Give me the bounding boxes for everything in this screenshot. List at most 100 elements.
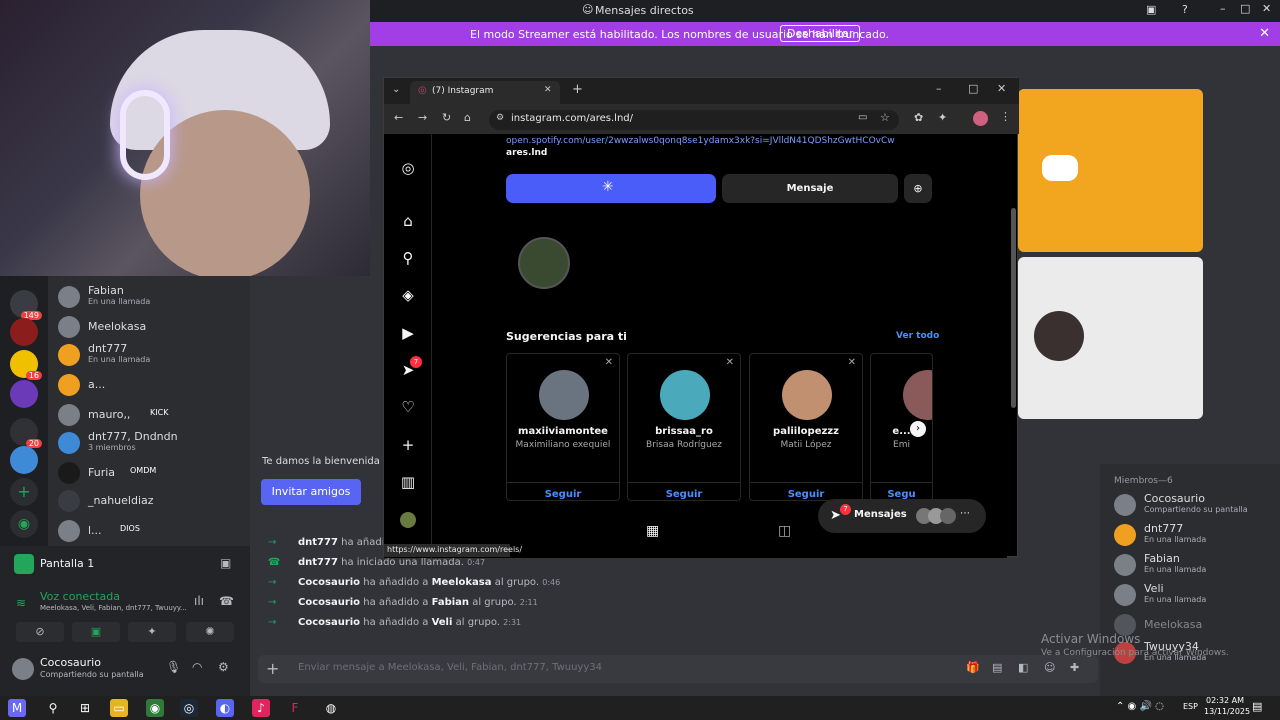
next-arrow-icon[interactable]: › xyxy=(910,421,926,437)
home-icon[interactable]: ⌂ xyxy=(464,111,471,124)
member-item[interactable]: Fabian En una llamada xyxy=(1114,552,1274,578)
discord-icon[interactable]: ◐ xyxy=(216,699,234,717)
dm-item[interactable]: dnt777, Dndndn 3 miembros xyxy=(58,430,248,456)
suggestion-card[interactable]: ✕ brissaa_ro Brisaa Rodríguez Seguir xyxy=(627,353,741,501)
clock-date[interactable]: 13/11/2025 xyxy=(1204,707,1250,716)
home-icon[interactable]: ⌂ xyxy=(398,211,418,231)
settings-icon[interactable]: ⚙ xyxy=(218,660,229,674)
url-field[interactable]: ⚙ instagram.com/ares.lnd/ xyxy=(489,110,899,130)
tray-icons[interactable]: ⌃ ◉ 🔊 ◌ xyxy=(1116,701,1164,712)
minimize-icon[interactable]: – xyxy=(936,82,942,95)
dismiss-icon[interactable]: ✕ xyxy=(848,357,856,368)
steam-icon[interactable]: ◎ xyxy=(180,699,198,717)
dm-item[interactable]: Fabian En una llamada xyxy=(58,284,248,310)
apps-icon[interactable]: ✚ xyxy=(1070,661,1079,674)
messages-pill[interactable]: ➤ 7 Mensajes ⋯ xyxy=(818,499,986,533)
message-target[interactable]: Veli xyxy=(432,617,453,628)
member-item[interactable]: dnt777 En una llamada xyxy=(1114,522,1274,548)
search-icon[interactable]: ⚲ xyxy=(398,248,418,268)
profile-avatar[interactable] xyxy=(973,111,988,126)
server-icon[interactable]: 16 xyxy=(10,350,42,380)
server-icon[interactable] xyxy=(10,318,38,346)
dismiss-icon[interactable]: ✕ xyxy=(605,357,613,368)
add-user-button[interactable]: ⊕ xyxy=(904,174,932,203)
maximize-icon[interactable]: □ xyxy=(1240,2,1250,15)
tab-menu-icon[interactable]: ⌄ xyxy=(392,84,400,95)
member-item[interactable]: Cocosaurio Compartiendo su pantalla xyxy=(1114,492,1274,518)
emoji-icon[interactable]: ☺ xyxy=(1044,661,1055,674)
maximize-icon[interactable]: □ xyxy=(968,82,978,95)
disconnect-icon[interactable]: ☎ xyxy=(219,594,234,608)
close-icon[interactable]: ✕ xyxy=(997,82,1006,95)
activities-button[interactable]: ✦ xyxy=(128,622,176,642)
dashboard-icon[interactable]: ▥ xyxy=(398,472,418,492)
dm-item[interactable]: l... DIOS xyxy=(58,518,248,544)
clock-time[interactable]: 02:32 AM xyxy=(1206,696,1244,705)
server-icon[interactable] xyxy=(10,446,38,474)
suggestion-card[interactable]: ✕ maxiiviamontee Maximiliano exequiel Segui… xyxy=(506,353,620,501)
site-info-icon[interactable]: ⚙ xyxy=(496,113,504,123)
headphones-icon[interactable]: ◠ xyxy=(192,660,202,674)
dm-item[interactable]: _nahueldiaz xyxy=(58,488,248,514)
message-actor[interactable]: dnt777 xyxy=(298,557,338,568)
message-target[interactable]: Meelokasa xyxy=(432,577,492,588)
close-icon[interactable]: ✕ xyxy=(1262,2,1271,15)
message-actor[interactable]: dnt777 xyxy=(298,537,338,548)
server-icon[interactable]: 149 xyxy=(10,290,42,320)
task-view-icon[interactable]: ⊞ xyxy=(76,699,94,717)
new-tab-icon[interactable]: + xyxy=(572,82,583,97)
share-screen-button[interactable]: ▣ xyxy=(72,622,120,642)
search-icon[interactable]: ⚲ xyxy=(44,699,62,717)
profile-avatar[interactable] xyxy=(400,512,416,528)
threads-handle[interactable]: ares.lnd xyxy=(506,148,547,158)
add-server-icon[interactable]: + xyxy=(10,478,38,506)
camera-button[interactable]: ⊘ xyxy=(16,622,64,642)
messages-icon[interactable]: ➤ 7 xyxy=(398,356,422,380)
dm-item[interactable]: a... xyxy=(58,372,248,398)
message-composer[interactable]: + Enviar mensaje a Meelokasa, Veli, Fabi… xyxy=(258,655,1098,683)
forward-icon[interactable]: → xyxy=(418,111,427,124)
highlight-story[interactable] xyxy=(518,237,570,289)
menu-icon[interactable]: ⋮ xyxy=(1000,110,1011,123)
soundboard-icon[interactable]: ılı xyxy=(194,594,204,608)
server-icon[interactable]: 20 xyxy=(10,418,42,448)
message-actor[interactable]: Cocosaurio xyxy=(298,577,360,588)
tagged-icon[interactable]: ◫ xyxy=(778,523,791,539)
suggestion-card[interactable]: ✕ paliilopezzz Matii López Seguir xyxy=(749,353,863,501)
attach-icon[interactable]: + xyxy=(266,659,279,678)
tab-instagram[interactable]: ◎ (7) Instagram ✕ xyxy=(410,81,560,104)
minimize-icon[interactable]: – xyxy=(1220,2,1226,15)
invite-friends-button[interactable]: Invitar amigos xyxy=(261,479,361,505)
call-tile-user[interactable] xyxy=(1018,257,1203,419)
gif-icon[interactable]: ▤ xyxy=(992,661,1002,674)
follow-button[interactable]: Seguir xyxy=(507,482,619,502)
back-icon[interactable]: ← xyxy=(394,111,403,124)
notification-icon[interactable]: ▤ xyxy=(1252,700,1262,713)
help-icon[interactable]: ? xyxy=(1182,3,1188,16)
create-icon[interactable]: + xyxy=(398,435,418,455)
message-actor[interactable]: Cocosaurio xyxy=(298,617,360,628)
sticker-icon[interactable]: ◧ xyxy=(1018,661,1028,674)
stop-stream-icon[interactable]: ▣ xyxy=(220,556,231,570)
bookmark-star-icon[interactable]: ☆ xyxy=(880,111,890,124)
install-icon[interactable]: ▭ xyxy=(858,112,867,123)
dismiss-icon[interactable]: ✕ xyxy=(726,357,734,368)
see-all-link[interactable]: Ver todo xyxy=(896,331,939,341)
reload-icon[interactable]: ↻ xyxy=(442,111,451,124)
file-explorer-icon[interactable]: ▭ xyxy=(110,699,128,717)
tiktok-icon[interactable]: ♪ xyxy=(252,699,270,717)
explore-icon[interactable]: ◈ xyxy=(398,285,418,305)
call-tile-discord[interactable] xyxy=(1018,89,1203,252)
follow-button[interactable]: Seguir xyxy=(628,482,740,502)
spotify-link[interactable]: open.spotify.com/user/2wwzalws0qonq8se1y… xyxy=(506,136,895,146)
extension-icon[interactable]: ✿ xyxy=(914,111,923,124)
explore-icon[interactable]: ◉ xyxy=(10,510,38,538)
effects-button[interactable]: ✺ xyxy=(186,622,234,642)
app-icon[interactable]: F xyxy=(286,699,304,717)
extensions-puzzle-icon[interactable]: ✦ xyxy=(938,111,947,124)
gift-icon[interactable]: 🎁 xyxy=(966,661,980,674)
microphone-icon[interactable]: 🎙 xyxy=(166,660,181,674)
message-button[interactable]: Mensaje xyxy=(722,174,898,203)
message-target[interactable]: Fabian xyxy=(432,597,469,608)
member-item[interactable]: Veli En una llamada xyxy=(1114,582,1274,608)
